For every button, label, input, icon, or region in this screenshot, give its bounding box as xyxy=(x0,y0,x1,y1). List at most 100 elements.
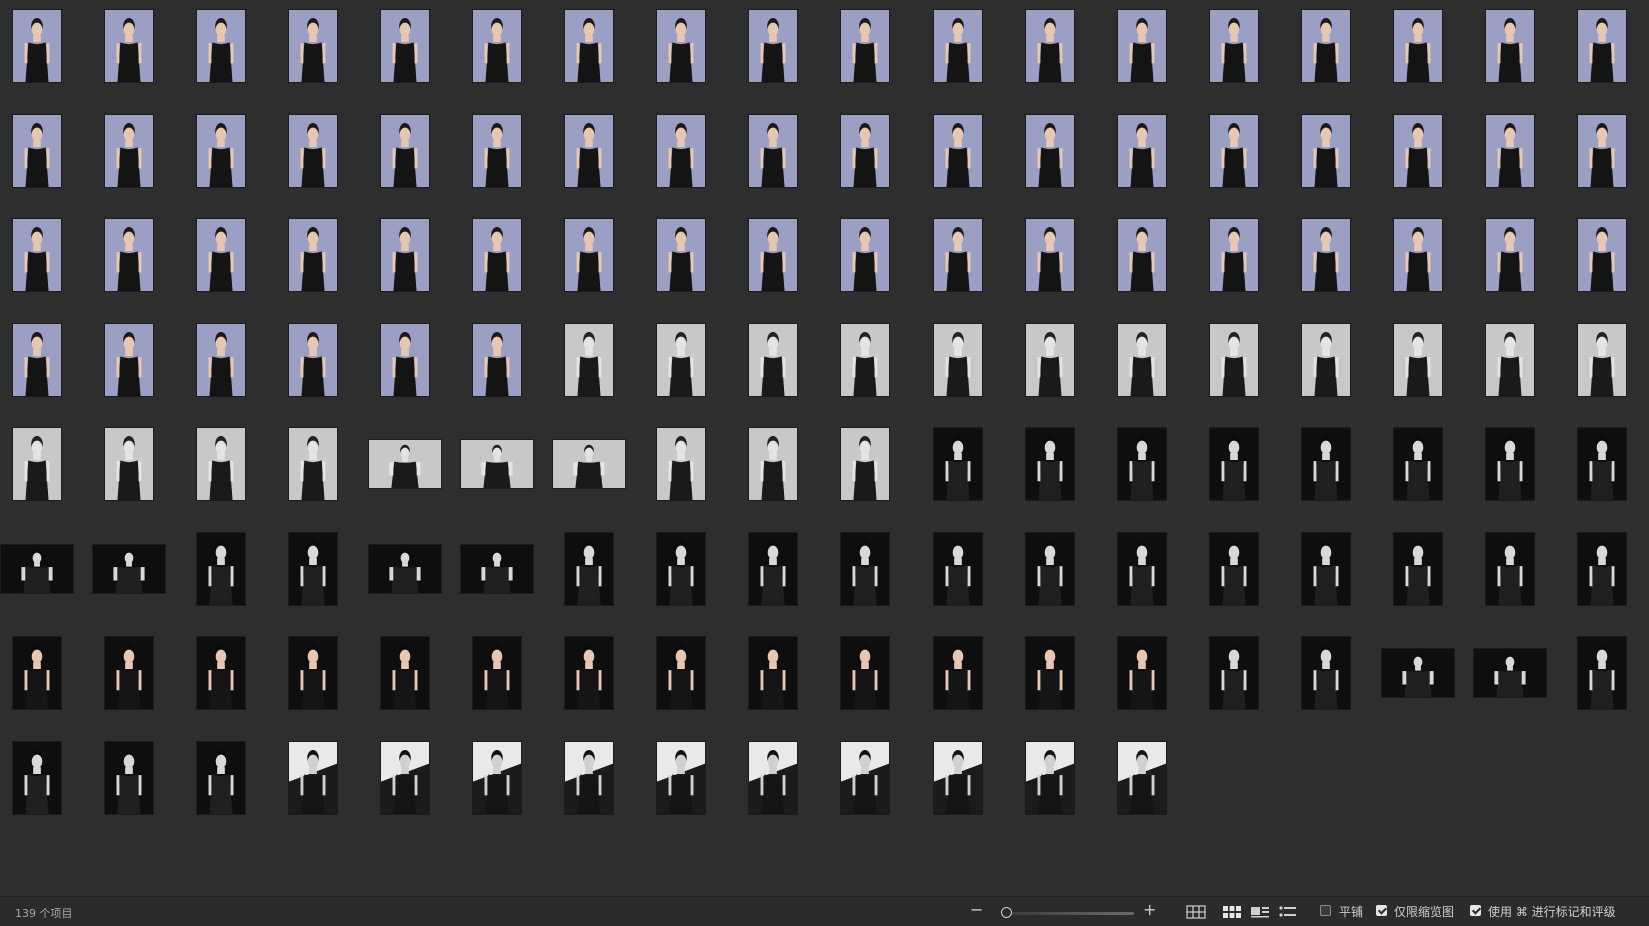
photo-thumbnail[interactable] xyxy=(1116,218,1167,292)
photo-thumbnail[interactable] xyxy=(564,740,615,815)
photo-thumbnail[interactable] xyxy=(1577,636,1628,710)
photo-thumbnail[interactable] xyxy=(379,218,430,292)
photo-thumbnail[interactable] xyxy=(1300,113,1351,188)
photo-thumbnail[interactable] xyxy=(1024,9,1075,83)
photo-thumbnail[interactable] xyxy=(932,740,983,815)
photo-thumbnail[interactable] xyxy=(1024,636,1075,710)
photo-thumbnail[interactable] xyxy=(1116,113,1167,188)
photo-thumbnail[interactable] xyxy=(656,740,707,815)
photo-thumbnail[interactable] xyxy=(748,740,799,815)
photo-thumbnail[interactable] xyxy=(564,113,615,188)
photo-thumbnail[interactable] xyxy=(103,322,154,397)
photo-thumbnail[interactable] xyxy=(748,636,799,710)
photo-thumbnail[interactable] xyxy=(472,218,522,292)
photo-thumbnail[interactable] xyxy=(1024,740,1075,815)
photo-thumbnail[interactable] xyxy=(656,9,707,83)
photo-thumbnail[interactable] xyxy=(1300,218,1351,292)
photo-thumbnail[interactable] xyxy=(103,427,154,501)
photo-thumbnail[interactable] xyxy=(1393,113,1443,188)
photo-thumbnail[interactable] xyxy=(472,740,522,815)
photo-thumbnail[interactable] xyxy=(656,113,707,188)
photo-thumbnail[interactable] xyxy=(564,636,615,710)
photo-thumbnail[interactable] xyxy=(748,218,799,292)
grid-small-icon[interactable] xyxy=(1186,904,1206,920)
photo-thumbnail[interactable] xyxy=(287,113,338,188)
photo-thumbnail[interactable] xyxy=(472,322,522,397)
photo-thumbnail[interactable] xyxy=(460,439,534,489)
photo-thumbnail[interactable] xyxy=(748,9,799,83)
photo-thumbnail[interactable] xyxy=(1300,636,1351,710)
photo-thumbnail[interactable] xyxy=(195,427,246,501)
photo-thumbnail[interactable] xyxy=(1300,9,1351,83)
photo-thumbnail[interactable] xyxy=(1116,427,1167,501)
photo-thumbnail[interactable] xyxy=(103,218,154,292)
photo-thumbnail[interactable] xyxy=(1116,531,1167,606)
photo-thumbnail[interactable] xyxy=(1393,322,1443,397)
photo-thumbnail[interactable] xyxy=(564,322,615,397)
photo-thumbnail[interactable] xyxy=(1208,9,1259,83)
photo-thumbnail[interactable] xyxy=(287,9,338,83)
photo-thumbnail[interactable] xyxy=(379,9,430,83)
photo-thumbnail[interactable] xyxy=(552,439,627,489)
photo-thumbnail[interactable] xyxy=(656,322,707,397)
photo-thumbnail[interactable] xyxy=(1485,322,1536,397)
photo-thumbnail[interactable] xyxy=(932,427,983,501)
photo-thumbnail[interactable] xyxy=(932,322,983,397)
photo-thumbnail[interactable] xyxy=(1485,531,1536,606)
photo-thumbnail[interactable] xyxy=(11,427,62,501)
photo-thumbnail[interactable] xyxy=(91,543,166,594)
list-icon[interactable] xyxy=(1278,904,1298,920)
photo-thumbnail[interactable] xyxy=(103,9,154,83)
photo-thumbnail[interactable] xyxy=(932,531,983,606)
photo-thumbnail[interactable] xyxy=(932,218,983,292)
photo-thumbnail[interactable] xyxy=(840,218,891,292)
photo-thumbnail[interactable] xyxy=(564,531,615,606)
photo-thumbnail[interactable] xyxy=(1024,322,1075,397)
photo-thumbnail[interactable] xyxy=(1024,427,1075,501)
photo-thumbnail[interactable] xyxy=(656,636,707,710)
photo-thumbnail[interactable] xyxy=(195,531,246,606)
photo-thumbnail[interactable] xyxy=(287,218,338,292)
photo-thumbnail[interactable] xyxy=(287,636,338,710)
photo-thumbnail[interactable] xyxy=(195,9,246,83)
photo-thumbnail[interactable] xyxy=(103,636,154,710)
grid-large-icon[interactable] xyxy=(1222,904,1242,920)
photo-thumbnail[interactable] xyxy=(367,543,442,594)
photo-thumbnail[interactable] xyxy=(1485,427,1536,501)
photo-thumbnail[interactable] xyxy=(379,740,430,815)
photo-thumbnail[interactable] xyxy=(1485,113,1536,188)
photo-thumbnail[interactable] xyxy=(1208,322,1259,397)
photo-thumbnail[interactable] xyxy=(1381,648,1455,698)
photo-thumbnail[interactable] xyxy=(1393,218,1443,292)
photo-thumbnail[interactable] xyxy=(11,9,62,83)
photo-thumbnail[interactable] xyxy=(1024,218,1075,292)
photo-thumbnail[interactable] xyxy=(1577,322,1628,397)
photo-thumbnail[interactable] xyxy=(0,543,74,594)
photo-thumbnail[interactable] xyxy=(1116,740,1167,815)
photo-thumbnail[interactable] xyxy=(1577,531,1628,606)
photo-thumbnail[interactable] xyxy=(1300,322,1351,397)
photo-thumbnail[interactable] xyxy=(1473,648,1548,698)
photo-thumbnail[interactable] xyxy=(932,113,983,188)
photo-thumbnail[interactable] xyxy=(1577,218,1628,292)
photo-thumbnail[interactable] xyxy=(1116,9,1167,83)
photo-thumbnail[interactable] xyxy=(195,322,246,397)
photo-thumbnail[interactable] xyxy=(564,218,615,292)
photo-thumbnail[interactable] xyxy=(932,636,983,710)
photo-thumbnail[interactable] xyxy=(748,531,799,606)
photo-thumbnail[interactable] xyxy=(1208,218,1259,292)
photo-thumbnail[interactable] xyxy=(1300,427,1351,501)
photo-thumbnail[interactable] xyxy=(1208,427,1259,501)
photo-thumbnail[interactable] xyxy=(1577,113,1628,188)
photo-thumbnail[interactable] xyxy=(840,740,891,815)
photo-thumbnail[interactable] xyxy=(287,427,338,501)
photo-thumbnail[interactable] xyxy=(1024,531,1075,606)
zoom-slider[interactable] xyxy=(1004,912,1134,915)
photo-thumbnail[interactable] xyxy=(195,740,246,815)
photo-thumbnail[interactable] xyxy=(1393,9,1443,83)
photo-thumbnail[interactable] xyxy=(840,636,891,710)
photo-thumbnail[interactable] xyxy=(840,427,891,501)
photo-thumbnail[interactable] xyxy=(748,113,799,188)
thumbnails-only-checkbox[interactable] xyxy=(1376,905,1387,916)
photo-thumbnail[interactable] xyxy=(1208,113,1259,188)
